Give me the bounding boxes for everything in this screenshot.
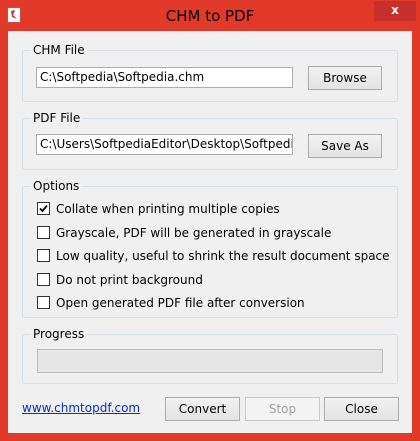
option-low-quality-label: Low quality, useful to shrink the result… [56,249,390,263]
checkmark-icon [39,204,48,213]
checkbox-no-background[interactable] [37,273,50,286]
checkbox-grayscale[interactable] [37,226,50,239]
pdf-file-group-label: PDF File [31,110,83,126]
app-window: CHM to PDF x CHM File C:\Softpedia\Softp… [0,0,420,441]
options-group-label: Options [31,178,82,194]
chm-file-group-label: CHM File [31,42,87,58]
option-open-after-label: Open generated PDF file after conversion [56,296,305,310]
client-area: CHM File C:\Softpedia\Softpedia.chm Brow… [8,31,412,433]
progress-bar [37,349,383,373]
browse-button[interactable]: Browse [308,66,382,90]
option-grayscale-label: Grayscale, PDF will be generated in gray… [56,226,332,240]
pdf-path-input[interactable]: C:\Users\SoftpediaEditor\Desktop\Softped… [36,134,293,155]
website-link[interactable]: www.chmtopdf.com [22,401,140,415]
window-title: CHM to PDF [165,7,255,25]
checkbox-open-after[interactable] [37,296,50,309]
checkbox-collate[interactable] [37,202,50,215]
chm-path-input[interactable]: C:\Softpedia\Softpedia.chm [36,67,293,88]
save-as-button[interactable]: Save As [308,134,382,158]
close-icon: x [391,3,399,17]
convert-button[interactable]: Convert [165,397,240,421]
option-collate-label: Collate when printing multiple copies [56,202,280,216]
progress-group-label: Progress [31,326,87,342]
window-close-button[interactable]: x [374,1,416,21]
close-button[interactable]: Close [324,397,399,421]
checkbox-low-quality[interactable] [37,249,50,262]
option-no-background-label: Do not print background [56,273,203,287]
stop-button[interactable]: Stop [245,397,320,421]
title-bar[interactable]: CHM to PDF x [1,1,419,31]
